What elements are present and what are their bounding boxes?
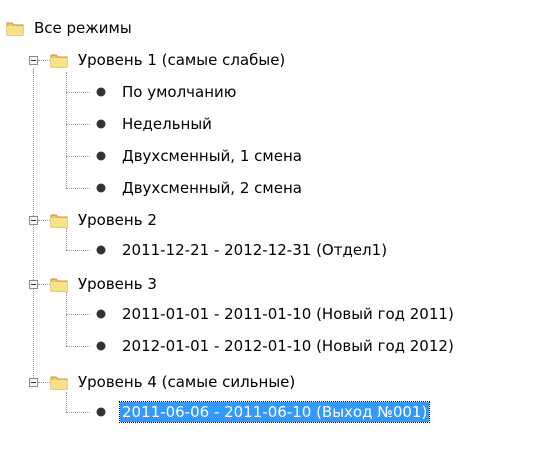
folder-icon	[50, 214, 68, 228]
schedule-bullet-icon	[96, 119, 106, 129]
tree-node-leaf[interactable]: Недельный	[94, 113, 214, 135]
schedule-bullet-icon	[96, 87, 106, 97]
tree-node-leaf[interactable]: 2011-01-01 - 2011-01-10 (Новый год 2011)	[94, 303, 456, 325]
tree-line	[66, 72, 67, 188]
tree-node-leaf[interactable]: 2012-01-01 - 2012-01-10 (Новый год 2012)	[94, 335, 456, 357]
tree-line	[66, 92, 90, 93]
tree-line	[66, 412, 90, 413]
tree-node-label: 2011-01-01 - 2011-01-10 (Новый год 2011)	[122, 305, 454, 323]
tree-node-label: Уровень 1 (самые слабые)	[78, 51, 286, 69]
tree-line	[33, 72, 34, 384]
tree-node-label: 2011-06-06 - 2011-06-10 (Выход №001)	[118, 401, 431, 423]
schedule-tree: Все режимы Уровень 1 (самые слабые) По у…	[0, 0, 555, 452]
tree-node-label: Двухсменный, 1 смена	[122, 147, 302, 165]
tree-line	[66, 250, 90, 251]
tree-node-label: 2011-12-21 - 2012-12-31 (Отдел1)	[122, 241, 388, 259]
tree-node-label: По умолчанию	[122, 83, 237, 101]
folder-icon	[50, 278, 68, 292]
folder-icon	[50, 54, 68, 68]
tree-node-leaf[interactable]: По умолчанию	[94, 81, 238, 103]
collapse-icon[interactable]	[29, 56, 38, 65]
folder-icon	[50, 376, 68, 390]
tree-node-group[interactable]: Уровень 3	[50, 273, 159, 295]
tree-node-label: Уровень 3	[78, 275, 157, 293]
tree-line	[66, 156, 90, 157]
tree-node-group[interactable]: Уровень 2	[50, 209, 159, 231]
tree-node-label: Все режимы	[34, 19, 132, 37]
schedule-bullet-icon	[96, 245, 106, 255]
tree-line	[66, 392, 67, 412]
tree-node-leaf[interactable]: Двухсменный, 2 смена	[94, 177, 304, 199]
tree-line	[66, 292, 67, 346]
tree-line	[66, 228, 67, 250]
tree-line	[66, 314, 90, 315]
folder-icon	[6, 22, 24, 36]
collapse-icon[interactable]	[29, 378, 38, 387]
tree-node-group[interactable]: Уровень 4 (самые сильные)	[50, 371, 297, 393]
tree-node-label: 2012-01-01 - 2012-01-10 (Новый год 2012)	[122, 337, 454, 355]
tree-node-group[interactable]: Уровень 1 (самые слабые)	[50, 49, 287, 71]
schedule-bullet-icon	[96, 183, 106, 193]
tree-node-leaf-selected[interactable]: 2011-06-06 - 2011-06-10 (Выход №001)	[94, 401, 431, 423]
tree-node-label: Уровень 4 (самые сильные)	[78, 373, 296, 391]
schedule-bullet-icon	[96, 407, 106, 417]
tree-node-leaf[interactable]: Двухсменный, 1 смена	[94, 145, 304, 167]
schedule-bullet-icon	[96, 309, 106, 319]
tree-line	[66, 188, 90, 189]
collapse-icon[interactable]	[29, 280, 38, 289]
tree-node-label: Недельный	[122, 115, 212, 133]
tree-node-leaf[interactable]: 2011-12-21 - 2012-12-31 (Отдел1)	[94, 239, 389, 261]
tree-node-label: Двухсменный, 2 смена	[122, 179, 302, 197]
collapse-icon[interactable]	[29, 216, 38, 225]
schedule-bullet-icon	[96, 151, 106, 161]
tree-line	[66, 346, 90, 347]
schedule-bullet-icon	[96, 341, 106, 351]
tree-node-label: Уровень 2	[78, 211, 157, 229]
tree-node-root[interactable]: Все режимы	[6, 17, 134, 39]
tree-line	[66, 124, 90, 125]
